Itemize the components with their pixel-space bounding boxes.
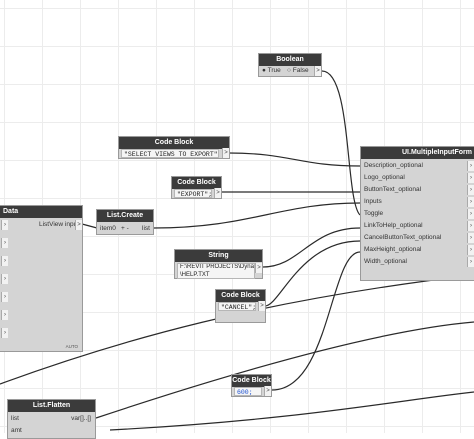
amt-input-label[interactable]: amt — [11, 426, 22, 436]
output-arrow-icon[interactable]: > — [75, 220, 82, 230]
code-input[interactable]: "SELECT VIEWS TO EXPORT"; — [121, 149, 219, 158]
input-arrow-icon[interactable]: › — [1, 274, 8, 284]
string-input[interactable]: F:\REVIT PROJECTS\Dynamo \HELP.TXT — [177, 263, 255, 279]
port-arrow-icon[interactable]: › — [467, 161, 474, 171]
string-value-line-1: F:\REVIT PROJECTS\Dynamo — [180, 264, 255, 270]
list-create-node[interactable]: List.Create item0 + - list — [96, 209, 154, 235]
port-arrow-icon[interactable]: › — [467, 245, 474, 255]
input-arrow-icon[interactable]: › — [1, 292, 8, 302]
input-port-column: › › › › › › › — [1, 220, 17, 345]
plus-minus-controls[interactable]: + - — [121, 224, 129, 234]
string-node-title: String — [175, 250, 262, 262]
port-arrow-icon[interactable]: › — [467, 209, 474, 219]
port-arrow-icon[interactable]: › — [467, 257, 474, 267]
true-radio[interactable]: ● True — [262, 66, 281, 76]
code-block-export-node[interactable]: Code Block "EXPORT"; > — [171, 176, 222, 199]
port-arrow-icon[interactable]: › — [467, 173, 474, 183]
output-arrow-icon[interactable]: > — [264, 386, 271, 396]
port-arrow-icon[interactable]: › — [467, 233, 474, 243]
output-arrow-icon[interactable]: > — [258, 301, 265, 311]
data-node[interactable]: Data ListView input > › › › › › › › AUTO — [0, 205, 83, 352]
false-label: False — [292, 67, 309, 74]
list-output-label[interactable]: list — [142, 224, 150, 234]
list-flatten-title: List.Flatten — [8, 400, 95, 412]
code-input[interactable]: "EXPORT"; — [174, 189, 212, 198]
code-input[interactable]: 600; — [234, 387, 262, 396]
code-block-cancel-node[interactable]: Code Block "CANCEL"; > — [215, 289, 266, 323]
code-block-views-node[interactable]: Code Block "SELECT VIEWS TO EXPORT"; > — [118, 136, 230, 159]
var-output-label[interactable]: var[]..[] — [71, 414, 91, 424]
input-arrow-icon[interactable]: › — [1, 220, 8, 230]
output-arrow-icon[interactable]: > — [222, 148, 229, 158]
maxheight-port[interactable]: MaxHeight_optional — [364, 245, 421, 255]
list-input-label[interactable]: list — [11, 414, 19, 424]
true-label: True — [267, 67, 281, 74]
buttontext-port[interactable]: ButtonText_optional — [364, 185, 421, 195]
port-arrow-icon[interactable]: › — [467, 197, 474, 207]
width-port[interactable]: Width_optional — [364, 257, 407, 267]
port-arrow-icon[interactable]: › — [467, 185, 474, 195]
list-create-title: List.Create — [97, 210, 153, 222]
port-arrow-icon[interactable]: › — [467, 221, 474, 231]
string-value-line-2: \HELP.TXT — [180, 271, 210, 278]
false-radio[interactable]: ○ False — [287, 66, 309, 76]
input-arrow-icon[interactable]: › — [1, 256, 8, 266]
string-node[interactable]: String F:\REVIT PROJECTS\Dynamo \HELP.TX… — [174, 249, 263, 279]
toggle-port[interactable]: Toggle — [364, 209, 383, 219]
output-arrow-icon[interactable]: > — [255, 263, 262, 273]
data-node-footer: AUTO — [65, 344, 78, 349]
output-arrow-icon[interactable]: > — [214, 188, 221, 198]
multiple-input-form-node[interactable]: UI.MultipleInputForm Description_optiona… — [360, 146, 474, 281]
data-node-title: Data — [0, 206, 82, 218]
code-block-600-node[interactable]: Code Block 600; > — [231, 374, 272, 397]
form-node-title: UI.MultipleInputForm — [361, 147, 474, 159]
inputs-port[interactable]: Inputs — [364, 197, 382, 207]
input-arrow-icon[interactable]: › — [1, 238, 8, 248]
input-arrow-icon[interactable]: › — [1, 310, 8, 320]
listview-output-label: ListView input — [39, 221, 79, 228]
cancelbuttontext-port[interactable]: CancelButtonText_optional — [364, 233, 441, 243]
item0-input-label[interactable]: item0 — [100, 224, 116, 234]
logo-port[interactable]: Logo_optional — [364, 173, 405, 183]
linktohelp-port[interactable]: LinkToHelp_optional — [364, 221, 423, 231]
code-input[interactable]: "CANCEL"; — [218, 302, 256, 311]
boolean-node-title: Boolean — [259, 54, 321, 66]
description-port[interactable]: Description_optional — [364, 161, 423, 171]
boolean-node[interactable]: Boolean ● True ○ False > — [258, 53, 322, 77]
output-arrow-icon[interactable]: > — [314, 66, 321, 76]
code-block-title: Code Block — [119, 137, 229, 149]
list-flatten-node[interactable]: List.Flatten list amt var[]..[] — [7, 399, 96, 439]
input-arrow-icon[interactable]: › — [1, 328, 8, 338]
